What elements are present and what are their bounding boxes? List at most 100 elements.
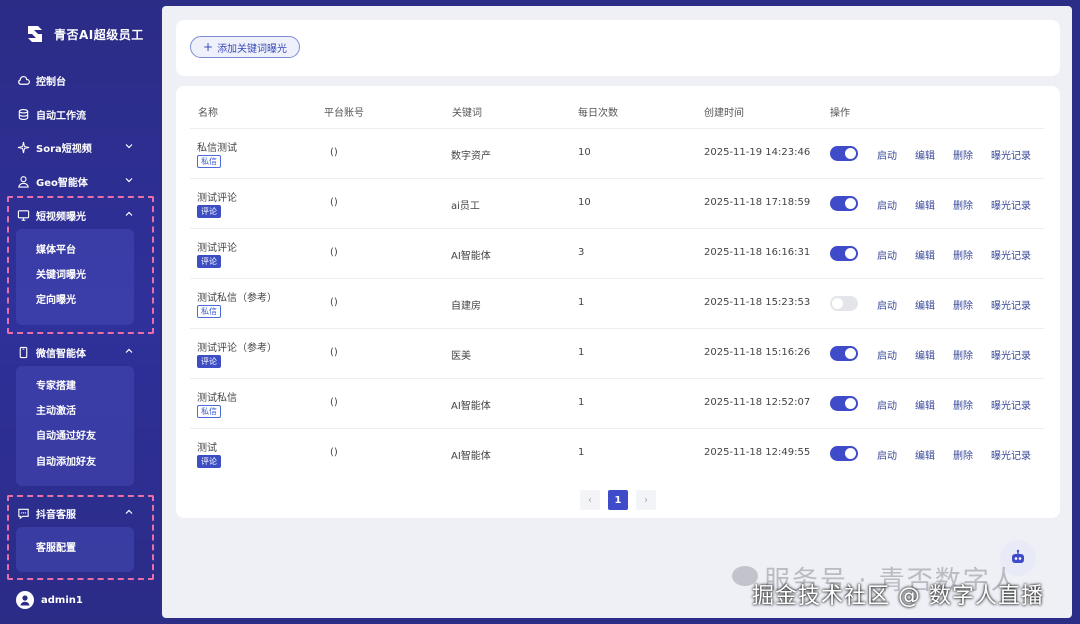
sub-item-keyword-exposure[interactable]: 关键词曝光 xyxy=(36,268,86,284)
row-created-time: 2025-11-18 12:49:55 xyxy=(704,447,811,458)
edit-button[interactable]: 编辑 xyxy=(915,397,935,412)
sub-item-auto-add-friends[interactable]: 自动添加好友 xyxy=(36,455,96,471)
enable-toggle[interactable] xyxy=(830,346,858,361)
chevron-up-icon xyxy=(125,348,133,353)
nav-item-wechat[interactable]: 微信智能体 xyxy=(16,341,144,363)
row-created-time: 2025-11-18 15:23:53 xyxy=(704,297,811,308)
delete-button[interactable]: 删除 xyxy=(953,297,973,312)
sidebar: 青否AI超级员工 控制台 自动工作流 Sora短视频 Geo智能体 短视频曝光 … xyxy=(0,0,160,624)
start-button[interactable]: 启动 xyxy=(877,447,897,462)
nav-item-short-video-exposure[interactable]: 短视频曝光 xyxy=(16,204,144,226)
table-row: 测试评论 评论 () AI智能体 3 2025-11-18 16:16:31 启动 编辑 删除 曝… xyxy=(190,228,1044,278)
phone-icon xyxy=(16,345,30,359)
edit-button[interactable]: 编辑 xyxy=(915,297,935,312)
plus-icon: + xyxy=(203,40,214,54)
start-button[interactable]: 启动 xyxy=(877,397,897,412)
edit-button[interactable]: 编辑 xyxy=(915,147,935,162)
column-header-name: 名称 xyxy=(198,108,218,119)
delete-button[interactable]: 删除 xyxy=(953,197,973,212)
start-button[interactable]: 启动 xyxy=(877,147,897,162)
toggle-knob xyxy=(845,348,856,359)
delete-button[interactable]: 删除 xyxy=(953,397,973,412)
toggle-knob xyxy=(845,148,856,159)
database-icon xyxy=(16,107,30,121)
sub-item-service-config[interactable]: 客服配置 xyxy=(36,541,76,557)
nav-item-console[interactable]: 控制台 xyxy=(16,69,144,91)
enable-toggle[interactable] xyxy=(830,196,858,211)
delete-button[interactable]: 删除 xyxy=(953,347,973,362)
row-name: 测试评论 xyxy=(197,243,237,254)
delete-button[interactable]: 删除 xyxy=(953,147,973,162)
exposure-log-button[interactable]: 曝光记录 xyxy=(991,147,1031,162)
start-button[interactable]: 启动 xyxy=(877,247,897,262)
table-row: 测试评论（参考） 评论 () 医美 1 2025-11-18 15:16:26 启动 编辑 删除… xyxy=(190,328,1044,378)
exposure-log-button[interactable]: 曝光记录 xyxy=(991,297,1031,312)
edit-button[interactable]: 编辑 xyxy=(915,347,935,362)
row-name: 私信测试 xyxy=(197,143,237,154)
sub-item-media-platform[interactable]: 媒体平台 xyxy=(36,243,76,259)
nav-label: Geo智能体 xyxy=(36,177,88,189)
toggle-knob xyxy=(845,398,856,409)
exposure-log-button[interactable]: 曝光记录 xyxy=(991,247,1031,262)
brand-name: 青否AI超级员工 xyxy=(54,27,144,42)
nav-label: Sora短视频 xyxy=(36,143,92,155)
chat-icon xyxy=(16,506,30,520)
nav-item-sora[interactable]: Sora短视频 xyxy=(16,136,144,158)
enable-toggle[interactable] xyxy=(830,246,858,261)
delete-button[interactable]: 删除 xyxy=(953,447,973,462)
exposure-log-button[interactable]: 曝光记录 xyxy=(991,397,1031,412)
row-created-time: 2025-11-18 17:18:59 xyxy=(704,197,811,208)
tag-private-message: 私信 xyxy=(197,305,221,318)
enable-toggle[interactable] xyxy=(830,296,858,311)
table-row: 测试 评论 () AI智能体 1 2025-11-18 12:49:55 启动 编辑 删除 曝光记… xyxy=(190,428,1044,478)
sub-item-expert-build[interactable]: 专家搭建 xyxy=(36,379,76,395)
tag-comment: 评论 xyxy=(197,205,221,218)
watermark-juejin: 掘金技术社区 @ 数字人直播 xyxy=(752,584,1044,609)
enable-toggle[interactable] xyxy=(830,146,858,161)
enable-toggle[interactable] xyxy=(830,396,858,411)
nav-item-geo[interactable]: Geo智能体 xyxy=(16,170,144,192)
user-profile[interactable]: admin1 xyxy=(16,591,83,609)
start-button[interactable]: 启动 xyxy=(877,347,897,362)
tag-private-message: 私信 xyxy=(197,405,221,418)
edit-button[interactable]: 编辑 xyxy=(915,197,935,212)
edit-button[interactable]: 编辑 xyxy=(915,447,935,462)
monitor-icon xyxy=(16,208,30,222)
toolbar-card: + 添加关键词曝光 xyxy=(176,20,1060,76)
enable-toggle[interactable] xyxy=(830,446,858,461)
exposure-log-button[interactable]: 曝光记录 xyxy=(991,447,1031,462)
row-created-time: 2025-11-19 14:23:46 xyxy=(704,147,811,158)
row-keyword: 医美 xyxy=(451,351,471,362)
page-number-button[interactable]: 1 xyxy=(608,490,628,510)
row-account: () xyxy=(330,347,338,358)
row-name: 测试 xyxy=(197,443,217,454)
nav-label: 控制台 xyxy=(36,76,66,88)
row-daily-count: 3 xyxy=(578,247,585,258)
start-button[interactable]: 启动 xyxy=(877,197,897,212)
row-daily-count: 1 xyxy=(578,447,585,458)
nav-item-douyin-service[interactable]: 抖音客服 xyxy=(16,502,144,524)
brand-logo-icon xyxy=(28,26,42,42)
delete-button[interactable]: 删除 xyxy=(953,247,973,262)
row-daily-count: 10 xyxy=(578,197,591,208)
prev-page-button[interactable]: ‹ xyxy=(580,490,600,510)
add-keyword-exposure-button[interactable]: + 添加关键词曝光 xyxy=(190,36,301,58)
edit-button[interactable]: 编辑 xyxy=(915,247,935,262)
table-row: 测试私信 私信 () AI智能体 1 2025-11-18 12:52:07 启动 编辑 删除 曝… xyxy=(190,378,1044,428)
row-keyword: AI智能体 xyxy=(451,251,491,262)
sub-item-targeted-exposure[interactable]: 定向曝光 xyxy=(36,293,76,309)
row-keyword: AI智能体 xyxy=(451,451,491,462)
next-page-button[interactable]: › xyxy=(636,490,656,510)
chevron-down-icon xyxy=(125,178,133,183)
sub-item-active-activate[interactable]: 主动激活 xyxy=(36,404,76,420)
nav-item-workflow[interactable]: 自动工作流 xyxy=(16,103,144,125)
row-name: 测试评论（参考） xyxy=(197,343,277,354)
start-button[interactable]: 启动 xyxy=(877,297,897,312)
pagination: ‹ 1 › xyxy=(580,490,656,510)
row-account: () xyxy=(330,397,338,408)
brand[interactable]: 青否AI超级员工 xyxy=(24,20,144,48)
exposure-log-button[interactable]: 曝光记录 xyxy=(991,197,1031,212)
sub-item-auto-accept-friends[interactable]: 自动通过好友 xyxy=(36,429,96,445)
username: admin1 xyxy=(41,594,83,606)
exposure-log-button[interactable]: 曝光记录 xyxy=(991,347,1031,362)
